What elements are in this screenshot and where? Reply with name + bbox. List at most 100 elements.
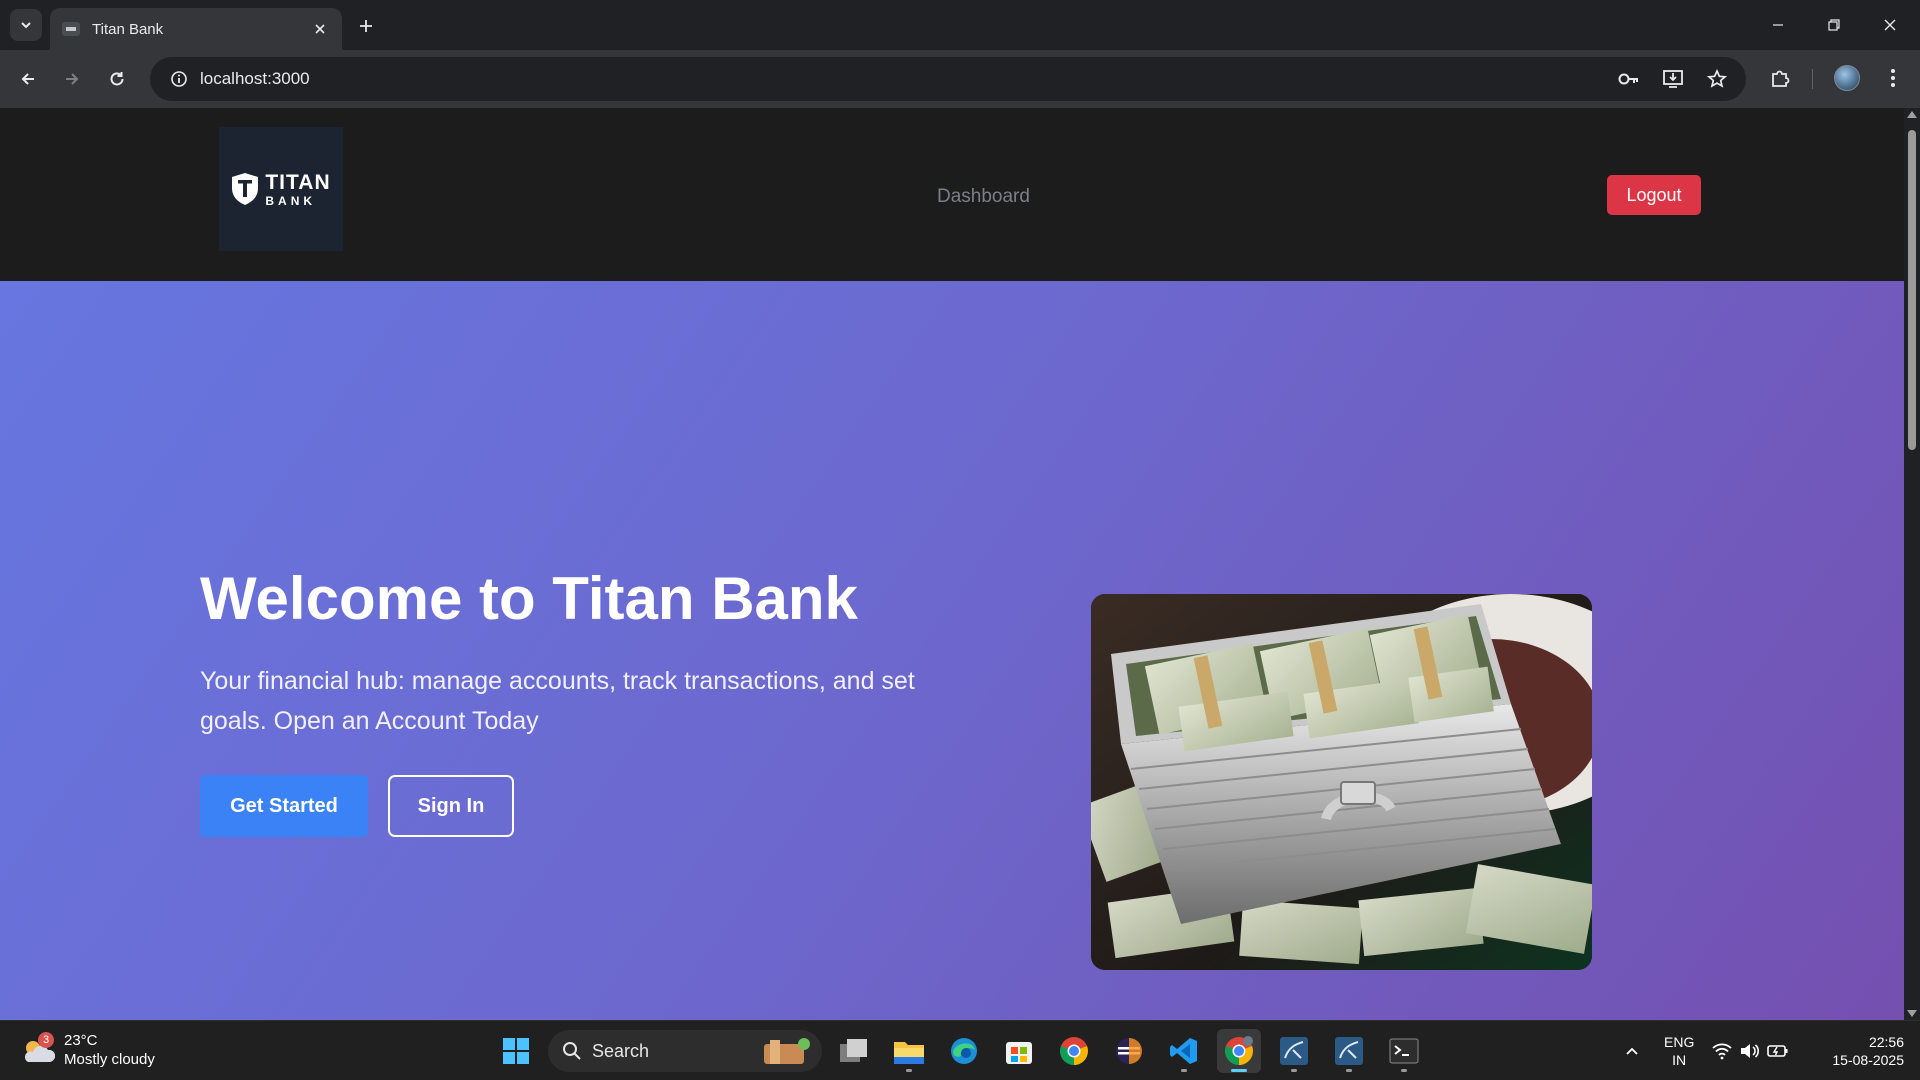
chevron-down-icon bbox=[21, 22, 31, 29]
close-icon bbox=[315, 24, 325, 34]
mysql-workbench-button[interactable] bbox=[1272, 1029, 1316, 1073]
extensions-button[interactable] bbox=[1765, 63, 1795, 93]
clock-date: 15-08-2025 bbox=[1832, 1052, 1904, 1068]
cash-briefcase-illustration bbox=[1091, 594, 1592, 970]
minimize-button[interactable] bbox=[1750, 0, 1806, 50]
eclipse-button[interactable] bbox=[1107, 1029, 1151, 1073]
logo-line-2: BANK bbox=[265, 193, 317, 208]
browser-menu-button[interactable] bbox=[1878, 63, 1908, 93]
site-header: TITAN BANK Dashboard Logout bbox=[0, 108, 1904, 281]
terminal-button[interactable] bbox=[1382, 1029, 1426, 1073]
logo-wordmark: TITAN BANK bbox=[265, 172, 330, 207]
chrome-active-button[interactable] bbox=[1217, 1029, 1261, 1073]
close-icon bbox=[1884, 19, 1896, 31]
nav-dashboard-link[interactable]: Dashboard bbox=[937, 186, 1030, 208]
weather-text: 23°C Mostly cloudy bbox=[64, 1031, 155, 1069]
tab-close-button[interactable] bbox=[310, 19, 330, 39]
running-indicator bbox=[906, 1069, 912, 1072]
address-bar[interactable]: localhost:3000 bbox=[150, 57, 1746, 101]
taskbar-search-box[interactable]: Search bbox=[548, 1030, 822, 1072]
running-indicator bbox=[1181, 1069, 1187, 1072]
arrow-right-icon bbox=[66, 73, 79, 85]
get-started-button[interactable]: Get Started bbox=[200, 775, 368, 837]
mysql-workbench-icon-2 bbox=[1335, 1037, 1363, 1065]
restore-button[interactable] bbox=[1806, 0, 1862, 50]
profile-button[interactable] bbox=[1832, 63, 1862, 93]
clock-time: 22:56 bbox=[1868, 1034, 1904, 1050]
system-clock[interactable]: 22:56 15-08-2025 bbox=[1816, 1033, 1904, 1069]
weather-alert-badge: 3 bbox=[38, 1032, 54, 1048]
weather-temp: 23°C bbox=[64, 1032, 98, 1049]
bookmark-star-icon[interactable] bbox=[1702, 64, 1732, 94]
cloudy-weather-icon: 3 bbox=[20, 1032, 56, 1066]
running-indicator bbox=[1346, 1069, 1352, 1072]
logo-line-1: TITAN bbox=[265, 170, 331, 194]
search-placeholder: Search bbox=[592, 1040, 650, 1061]
titan-bank-logo[interactable]: TITAN BANK bbox=[219, 127, 343, 251]
running-indicator bbox=[1291, 1069, 1297, 1072]
edge-button[interactable] bbox=[942, 1029, 986, 1073]
windows-start-icon bbox=[503, 1038, 529, 1064]
tab-search-button[interactable] bbox=[10, 9, 42, 41]
more-vertical-icon bbox=[1878, 63, 1908, 93]
page-scrollbar[interactable] bbox=[1904, 108, 1920, 1020]
sign-in-button[interactable]: Sign In bbox=[388, 775, 514, 837]
puzzle-icon bbox=[1765, 63, 1795, 93]
search-icon bbox=[563, 1042, 581, 1060]
profile-avatar-icon bbox=[1832, 63, 1862, 93]
hero-subtitle: Your financial hub: manage accounts, tra… bbox=[200, 667, 915, 735]
new-tab-button[interactable] bbox=[352, 12, 380, 40]
tab-title: Titan Bank bbox=[92, 20, 164, 38]
active-indicator bbox=[1231, 1069, 1247, 1072]
browser-tab[interactable]: Titan Bank bbox=[50, 8, 342, 50]
site-info-icon[interactable] bbox=[158, 57, 200, 101]
start-button[interactable] bbox=[494, 1029, 538, 1073]
forward-button[interactable] bbox=[56, 63, 88, 95]
chrome-icon bbox=[1060, 1037, 1088, 1065]
chrome-button[interactable] bbox=[1052, 1029, 1096, 1073]
volume-icon bbox=[1741, 1044, 1760, 1058]
store-button[interactable] bbox=[997, 1029, 1041, 1073]
task-view-button[interactable] bbox=[832, 1029, 876, 1073]
chrome-profile-icon bbox=[1225, 1036, 1253, 1065]
arrow-left-icon bbox=[21, 73, 34, 85]
shield-icon bbox=[232, 173, 259, 205]
scrollbar-thumb[interactable] bbox=[1908, 130, 1916, 450]
file-explorer-icon bbox=[894, 1042, 924, 1064]
language-indicator[interactable]: ENG IN bbox=[1664, 1033, 1694, 1069]
password-key-icon[interactable] bbox=[1614, 64, 1644, 94]
url-text[interactable]: localhost:3000 bbox=[200, 69, 310, 89]
windows-taskbar: 3 23°C Mostly cloudy Search ENG IN 22:56… bbox=[0, 1020, 1920, 1080]
scroll-down-arrow-icon[interactable] bbox=[1907, 1010, 1917, 1017]
vscode-button[interactable] bbox=[1162, 1029, 1206, 1073]
reload-icon bbox=[110, 72, 124, 86]
plus-icon bbox=[360, 20, 372, 32]
hero-image-cash-briefcase bbox=[1091, 594, 1592, 970]
minimize-icon bbox=[1773, 24, 1783, 26]
site-favicon-icon bbox=[62, 22, 80, 36]
scroll-up-arrow-icon[interactable] bbox=[1907, 111, 1917, 118]
battery-icon bbox=[1767, 1045, 1788, 1057]
file-explorer-button[interactable] bbox=[887, 1029, 931, 1073]
page-viewport: TITAN BANK Dashboard Logout Welcome to T… bbox=[0, 108, 1904, 1020]
reload-button[interactable] bbox=[101, 63, 133, 95]
close-window-button[interactable] bbox=[1862, 0, 1918, 50]
logout-button[interactable]: Logout bbox=[1607, 175, 1701, 215]
tab-strip: Titan Bank bbox=[0, 0, 1920, 50]
browser-toolbar: localhost:3000 bbox=[0, 50, 1920, 108]
vscode-icon bbox=[1170, 1038, 1197, 1064]
eclipse-icon bbox=[1116, 1038, 1142, 1064]
show-hidden-icons-button[interactable] bbox=[1610, 1029, 1654, 1073]
search-highlight-icon bbox=[764, 1038, 810, 1064]
back-button[interactable] bbox=[12, 63, 44, 95]
toolbar-divider bbox=[1812, 69, 1813, 89]
region-code: IN bbox=[1672, 1052, 1687, 1068]
terminal-icon bbox=[1389, 1038, 1419, 1064]
language-code: ENG bbox=[1664, 1034, 1695, 1050]
install-app-icon[interactable] bbox=[1658, 64, 1688, 94]
wifi-icon bbox=[1712, 1043, 1732, 1060]
avatar bbox=[1834, 65, 1860, 91]
system-tray-status[interactable] bbox=[1705, 1029, 1795, 1073]
weather-widget[interactable]: 3 23°C Mostly cloudy bbox=[20, 1031, 155, 1069]
mysql-workbench-button-2[interactable] bbox=[1327, 1029, 1371, 1073]
